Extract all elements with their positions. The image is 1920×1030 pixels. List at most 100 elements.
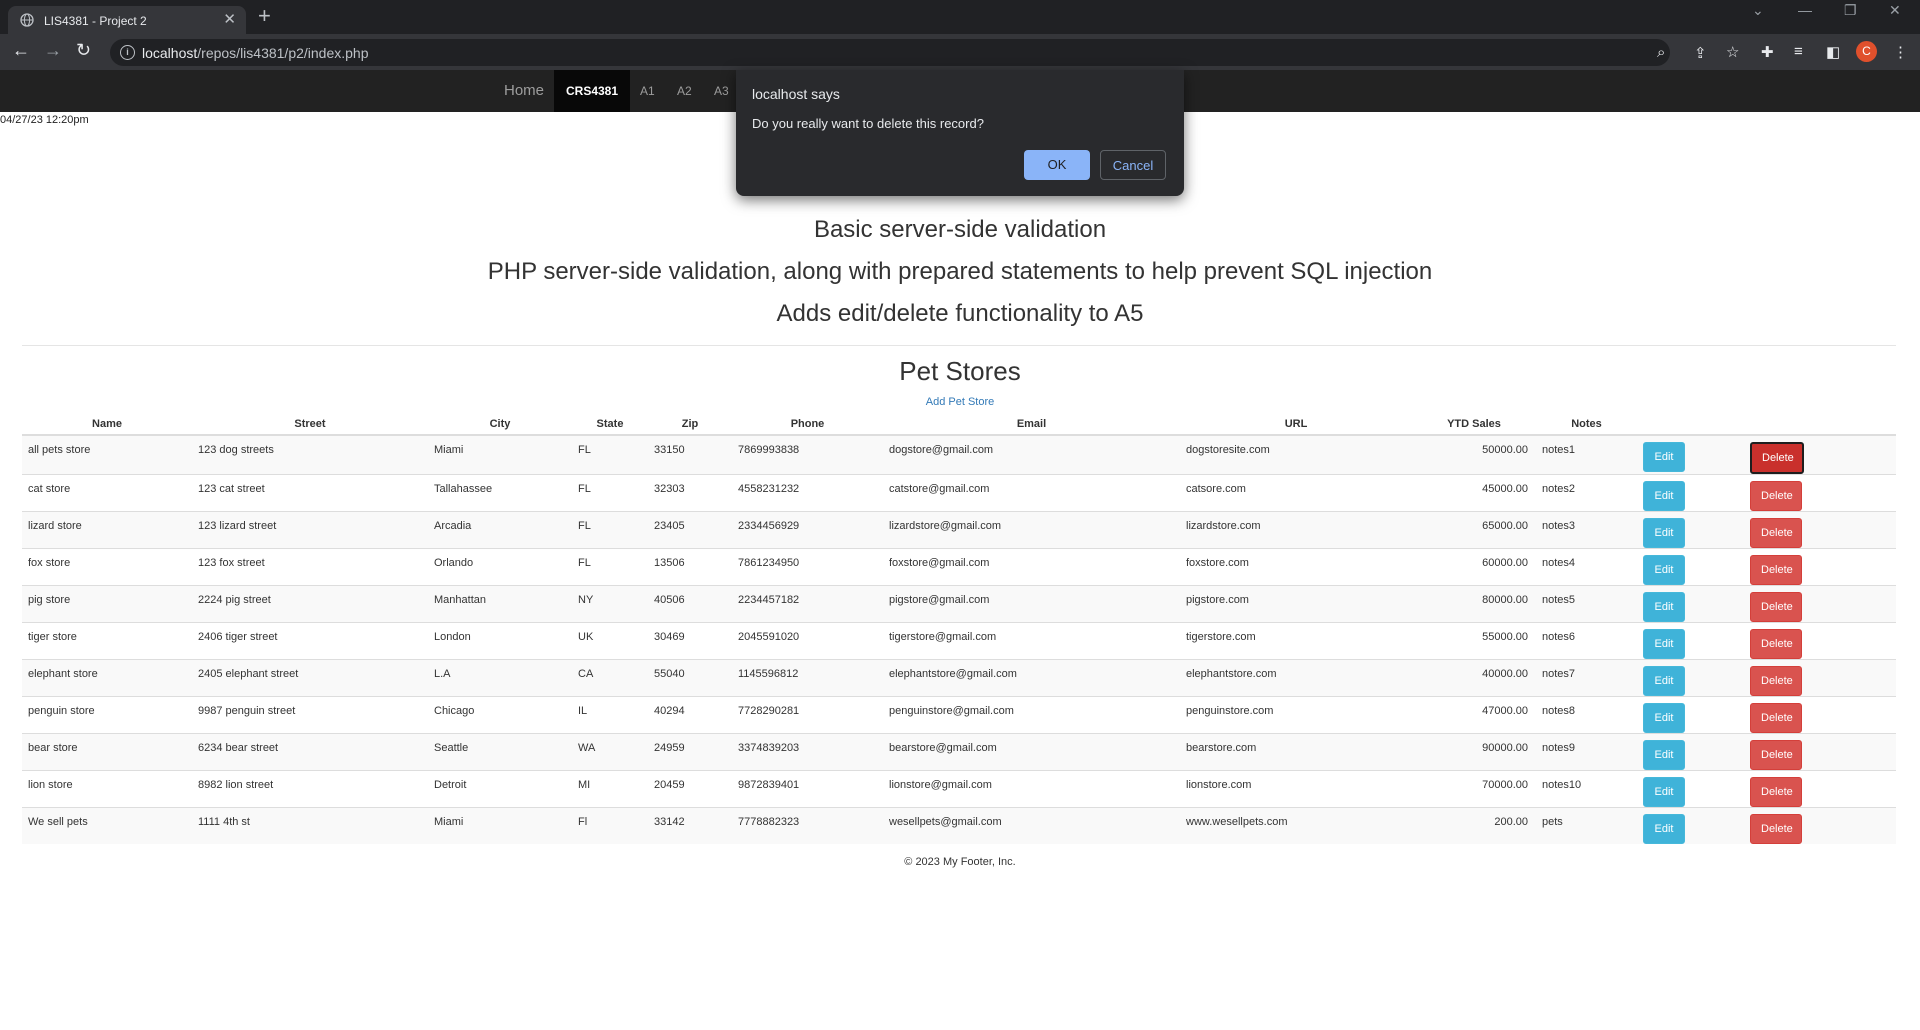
browser-tab[interactable]: LIS4381 - Project 2 ✕ (8, 6, 246, 34)
city-value: Arcadia (434, 520, 472, 532)
cell-street: 2405 elephant street (192, 659, 428, 697)
table-row: bear store 6234 bear street Seattle WA 24959… (22, 733, 1896, 771)
email-value: catstore@gmail.com (889, 483, 990, 495)
side-panel-icon[interactable]: ◧ (1826, 43, 1840, 61)
edit-button[interactable]: Edit (1643, 777, 1685, 807)
url-value: dogstoresite.com (1186, 444, 1270, 456)
cell-street: 1111 4th st (192, 807, 428, 844)
email-value: pigstore@gmail.com (889, 594, 990, 606)
add-pet-store-link[interactable]: Add Pet Store (0, 396, 1920, 408)
edit-button[interactable]: Edit (1643, 740, 1685, 770)
dialog-title: localhost says (752, 86, 840, 102)
site-info-icon[interactable]: i (120, 45, 135, 60)
cell-state: FL (572, 434, 648, 475)
cell-street: 123 dog streets (192, 434, 428, 475)
forward-icon[interactable]: → (44, 40, 62, 61)
cell-state: FL (572, 474, 648, 512)
notes-value: notes10 (1542, 779, 1582, 791)
menu-icon[interactable]: ⋮ (1893, 43, 1908, 61)
cell-delete: Delete (1744, 696, 1896, 734)
url-text: localhost/repos/lis4381/p2/index.php (142, 45, 369, 61)
edit-button[interactable]: Edit (1643, 814, 1685, 844)
edit-button[interactable]: Edit (1643, 481, 1685, 511)
delete-button[interactable]: Delete (1750, 740, 1802, 770)
phone-value: 2045591020 (738, 631, 800, 643)
nav-a1[interactable]: A1 (640, 70, 655, 112)
nav-a2[interactable]: A2 (677, 70, 692, 112)
close-icon[interactable]: ✕ (223, 10, 236, 28)
tab-search-icon[interactable]: ⌄ (1752, 2, 1764, 19)
edit-button[interactable]: Edit (1643, 592, 1685, 622)
cell-name: cat store (22, 474, 192, 512)
delete-button[interactable]: Delete (1750, 666, 1802, 696)
delete-button[interactable]: Delete (1750, 777, 1802, 807)
tab-title: LIS4381 - Project 2 (44, 14, 147, 28)
cell-delete: Delete (1744, 659, 1896, 697)
edit-button[interactable]: Edit (1643, 518, 1685, 548)
cell-street: 9987 penguin street (192, 696, 428, 734)
cell-zip: 32303 (648, 474, 732, 512)
nav-home[interactable]: Home (504, 70, 544, 112)
cell-street: 123 cat street (192, 474, 428, 512)
divider (22, 345, 1896, 346)
edit-button[interactable]: Edit (1643, 629, 1685, 659)
cell-city: L.A (428, 659, 572, 697)
cell-zip: 55040 (648, 659, 732, 697)
new-tab-button[interactable]: + (258, 3, 271, 29)
nav-a3[interactable]: A3 (714, 70, 729, 112)
cell-notes: notes5 (1536, 585, 1637, 623)
bookmark-star-icon[interactable]: ☆ (1726, 43, 1739, 61)
delete-button[interactable]: Delete (1750, 442, 1804, 474)
name-value: fox store (28, 557, 71, 569)
notes-value: pets (1542, 816, 1563, 828)
cell-phone: 1145596812 (732, 659, 883, 697)
cell-city: Miami (428, 434, 572, 475)
cell-state: MI (572, 770, 648, 808)
edit-button[interactable]: Edit (1643, 442, 1685, 472)
cell-notes: notes1 (1536, 434, 1637, 475)
delete-button[interactable]: Delete (1750, 703, 1802, 733)
restore-icon[interactable]: ❐ (1844, 2, 1857, 19)
delete-button[interactable]: Delete (1750, 592, 1802, 622)
cell-edit: Edit (1637, 622, 1744, 660)
dialog-cancel-button[interactable]: Cancel (1100, 150, 1166, 180)
nav-crs4381[interactable]: CRS4381 (554, 70, 631, 112)
delete-button[interactable]: Delete (1750, 518, 1802, 548)
ytd-sales-value: 40000.00 (1482, 668, 1528, 680)
minimize-icon[interactable]: — (1798, 2, 1812, 18)
window-close-icon[interactable]: ✕ (1889, 2, 1901, 19)
ytd-sales-value: 80000.00 (1482, 594, 1528, 606)
url-value: lizardstore.com (1186, 520, 1261, 532)
media-icon[interactable]: ≡ (1794, 43, 1803, 60)
state-value: MI (578, 779, 591, 791)
extensions-icon[interactable]: ✚ (1761, 43, 1774, 61)
edit-button[interactable]: Edit (1643, 703, 1685, 733)
cell-ytd-sales: 50000.00 (1412, 434, 1536, 475)
delete-button[interactable]: Delete (1750, 814, 1802, 844)
back-icon[interactable]: ← (12, 40, 30, 61)
delete-button[interactable]: Delete (1750, 629, 1802, 659)
table-row: fox store 123 fox street Orlando FL 13506 786… (22, 548, 1896, 586)
zoom-icon[interactable]: ⌕ (1657, 44, 1665, 61)
edit-button[interactable]: Edit (1643, 555, 1685, 585)
phone-value: 2234457182 (738, 594, 800, 606)
edit-button[interactable]: Edit (1643, 666, 1685, 696)
zip-value: 13506 (654, 557, 685, 569)
share-icon[interactable]: ⇪ (1694, 44, 1707, 62)
cell-city: Seattle (428, 733, 572, 771)
profile-avatar[interactable]: C (1856, 41, 1877, 62)
cell-notes: notes10 (1536, 770, 1637, 808)
ytd-sales-value: 55000.00 (1482, 631, 1528, 643)
delete-button[interactable]: Delete (1750, 555, 1802, 585)
delete-button[interactable]: Delete (1750, 481, 1802, 511)
cell-phone: 2334456929 (732, 511, 883, 549)
ytd-sales-value: 90000.00 (1482, 742, 1528, 754)
dialog-ok-button[interactable]: OK (1024, 150, 1090, 180)
reload-icon[interactable]: ↻ (76, 40, 91, 61)
cell-state: UK (572, 622, 648, 660)
cell-ytd-sales: 55000.00 (1412, 622, 1536, 660)
street-value: 9987 penguin street (198, 705, 296, 717)
column-header (1744, 414, 1896, 436)
address-bar[interactable]: i localhost/repos/lis4381/p2/index.php ⌕… (110, 39, 1739, 66)
name-value: tiger store (28, 631, 77, 643)
